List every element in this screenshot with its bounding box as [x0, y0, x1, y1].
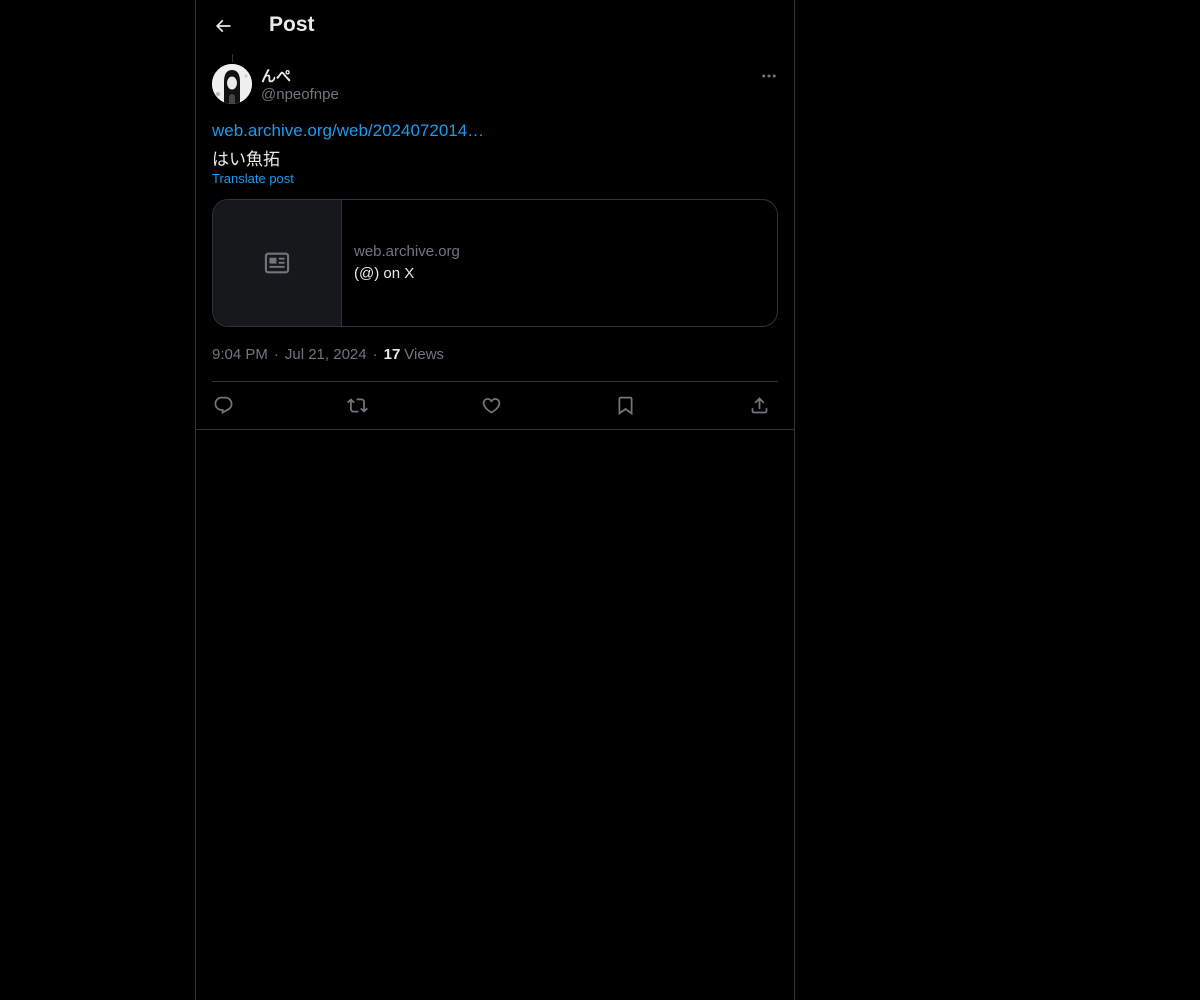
share-button[interactable]	[746, 392, 772, 418]
card-thumbnail	[213, 200, 342, 326]
arrow-left-icon	[213, 16, 233, 36]
link-preview-card[interactable]: web.archive.org (@) on X	[212, 199, 778, 327]
author-handle[interactable]: @npeofnpe	[261, 86, 339, 103]
card-body: web.archive.org (@) on X	[342, 200, 460, 326]
like-button[interactable]	[478, 392, 504, 418]
repost-button[interactable]	[344, 392, 370, 418]
divider	[212, 381, 778, 382]
meta-separator: ·	[273, 346, 279, 363]
post-metadata: 9:04 PM · Jul 21, 2024 · 17 Views	[212, 346, 444, 363]
post-link[interactable]: web.archive.org/web/2024072014…	[212, 121, 484, 141]
reply-button[interactable]	[210, 392, 236, 418]
post-bottom-border	[196, 429, 794, 430]
action-bar	[212, 392, 778, 418]
reply-icon	[213, 395, 234, 416]
card-domain: web.archive.org	[354, 243, 460, 260]
post-column: Post んぺ @npeofnpe web.archive.org/web/20…	[195, 0, 795, 1000]
share-icon	[749, 395, 770, 416]
heart-icon	[481, 395, 502, 416]
views-count[interactable]: 17	[384, 346, 401, 363]
post-time[interactable]: 9:04 PM	[212, 346, 268, 363]
back-button[interactable]	[206, 9, 240, 43]
author-display-name[interactable]: んぺ	[261, 65, 291, 86]
article-icon	[263, 249, 291, 277]
bookmark-button[interactable]	[612, 392, 638, 418]
card-title: (@) on X	[354, 265, 415, 282]
page-title: Post	[269, 13, 315, 36]
more-options-button[interactable]	[756, 63, 782, 89]
more-horizontal-icon	[760, 67, 778, 85]
post-date[interactable]: Jul 21, 2024	[285, 346, 367, 363]
avatar[interactable]	[212, 64, 252, 104]
post-text: はい魚拓	[212, 150, 280, 169]
bookmark-icon	[615, 395, 636, 416]
header: Post	[196, 0, 794, 54]
meta-separator: ·	[372, 346, 378, 363]
thread-connector-line	[232, 54, 233, 62]
repost-icon	[346, 395, 368, 416]
views-label[interactable]: Views	[404, 346, 444, 363]
translate-post-link[interactable]: Translate post	[212, 171, 294, 186]
